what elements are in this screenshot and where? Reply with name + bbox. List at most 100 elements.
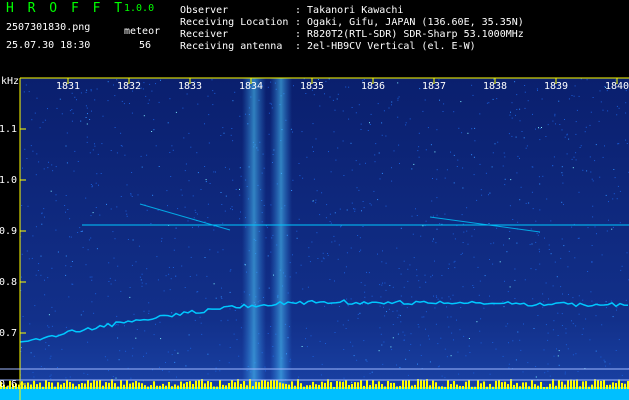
noise-speck (535, 220, 537, 222)
noise-speck (453, 154, 455, 156)
noise-speck (429, 361, 431, 363)
noise-speck (385, 205, 387, 207)
noise-speck (171, 145, 173, 147)
noise-speck (181, 265, 183, 267)
noise-speck (398, 314, 400, 316)
noise-speck (568, 98, 570, 100)
noise-speck (109, 277, 111, 279)
level-spike (552, 379, 554, 389)
noise-speck (174, 237, 176, 239)
noise-speck (618, 339, 620, 341)
noise-speck (337, 320, 339, 322)
noise-speck (479, 330, 481, 332)
level-spike (87, 380, 89, 389)
noise-speck (35, 174, 37, 176)
level-spike (510, 379, 512, 389)
level-spike (159, 385, 161, 389)
noise-speck (491, 166, 493, 168)
noise-speck (531, 243, 533, 245)
noise-speck (511, 135, 513, 137)
noise-speck (359, 312, 361, 314)
noise-speck (114, 127, 116, 128)
noise-speck (117, 265, 119, 267)
noise-speck (41, 223, 43, 225)
noise-speck (160, 338, 162, 340)
level-spike (93, 380, 95, 389)
noise-speck (82, 246, 84, 248)
level-spike (141, 383, 143, 389)
noise-speck (175, 111, 177, 113)
noise-speck (434, 307, 436, 309)
noise-speck (626, 143, 628, 144)
level-spike (72, 383, 74, 389)
level-spike (417, 379, 419, 389)
x-tick-label: 1832 (117, 81, 141, 92)
noise-speck (165, 275, 167, 277)
noise-speck (378, 350, 380, 352)
y-axis-unit: kHz (1, 76, 19, 87)
level-spike (33, 380, 35, 389)
noise-speck (351, 381, 353, 383)
level-spike (36, 384, 38, 389)
noise-speck (171, 312, 173, 314)
noise-speck (315, 199, 317, 201)
noise-speck (549, 375, 551, 377)
level-spike (327, 379, 329, 389)
level-spike (288, 384, 290, 389)
noise-speck (608, 219, 609, 221)
noise-speck (516, 242, 518, 244)
noise-speck (327, 254, 329, 256)
noise-speck (571, 95, 573, 96)
noise-speck (217, 251, 219, 253)
noise-speck (363, 207, 365, 209)
noise-speck (95, 207, 97, 208)
noise-speck (401, 304, 403, 306)
noise-speck (228, 362, 230, 364)
noise-speck (333, 235, 335, 237)
noise-speck (591, 261, 593, 262)
noise-speck (136, 329, 138, 330)
noise-speck (36, 97, 38, 99)
y-tick-label: 0.6 (0, 379, 17, 390)
noise-speck (437, 366, 439, 368)
noise-speck (143, 310, 145, 312)
level-spike (102, 385, 104, 389)
noise-speck (431, 200, 433, 202)
noise-speck (604, 145, 605, 147)
noise-speck (69, 236, 70, 238)
level-spike (498, 379, 500, 389)
noise-speck (473, 372, 475, 374)
noise-speck (334, 280, 335, 282)
noise-speck (512, 340, 514, 342)
noise-speck (508, 238, 510, 240)
noise-speck (461, 252, 463, 254)
noise-speck (72, 283, 74, 285)
noise-speck (231, 128, 233, 129)
noise-speck (172, 267, 174, 268)
level-spike (471, 386, 473, 389)
noise-speck (410, 333, 412, 335)
noise-speck (141, 282, 143, 284)
noise-speck (495, 348, 497, 350)
level-spike (420, 379, 422, 389)
noise-speck (384, 315, 386, 317)
noise-speck (222, 127, 224, 129)
noise-speck (417, 150, 419, 152)
noise-speck (605, 194, 607, 196)
noise-speck (29, 323, 31, 325)
noise-speck (83, 372, 85, 374)
noise-speck (338, 306, 340, 307)
noise-speck (502, 355, 504, 357)
noise-speck (343, 175, 345, 176)
noise-speck (425, 281, 427, 283)
level-spike (60, 384, 62, 389)
noise-speck (353, 208, 354, 210)
noise-speck (140, 155, 142, 157)
noise-speck (537, 89, 538, 91)
level-spike (150, 385, 152, 389)
noise-speck (306, 346, 308, 348)
noise-speck (221, 287, 222, 289)
level-spike (558, 380, 560, 389)
noise-speck (92, 212, 94, 214)
noise-speck (576, 109, 578, 111)
